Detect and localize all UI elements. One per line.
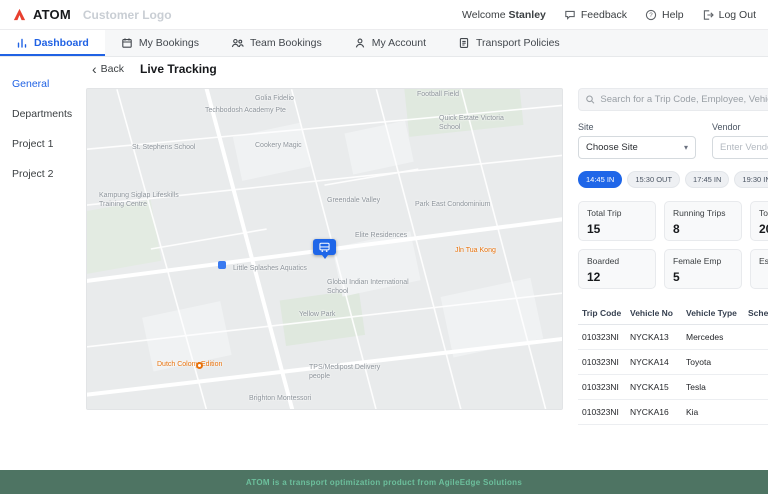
search-icon — [586, 95, 595, 104]
main-nav: Dashboard My Bookings Team Bookings My A… — [0, 30, 768, 57]
col-schedule: Schedule — [744, 303, 768, 325]
site-select[interactable]: Choose Site ▾ — [578, 136, 696, 159]
page-title: Live Tracking — [140, 62, 217, 76]
welcome-text: Welcome Stanley — [462, 9, 546, 21]
table-row[interactable]: 010323NI NYCKA16 Kia — [578, 399, 768, 425]
sidebar: General Departments Project 1 Project 2 — [0, 57, 85, 470]
sidebar-item-project-2[interactable]: Project 2 — [0, 159, 85, 189]
stat-escort: Escort — [750, 249, 768, 289]
vendor-input[interactable] — [712, 136, 768, 159]
pill-1745-in[interactable]: 17:45 IN — [685, 171, 730, 188]
feedback-icon — [565, 10, 575, 20]
svg-text:?: ? — [649, 12, 653, 19]
chevron-down-icon: ▾ — [683, 143, 688, 152]
table-row[interactable]: 010323NI NYCKA14 Toyota — [578, 349, 768, 375]
document-icon — [459, 38, 469, 48]
table-row[interactable]: 010323NI NYCKA13 Mercedes — [578, 324, 768, 350]
stat-running-trips: Running Trips 8 — [664, 201, 742, 241]
stats-grid: Total Trip 15 Running Trips 8 Total 20 B… — [578, 201, 768, 289]
sidebar-item-departments[interactable]: Departments — [0, 99, 85, 129]
col-vehicle-no: Vehicle No — [626, 303, 682, 325]
logout-button[interactable]: Log Out — [702, 9, 756, 21]
logout-icon — [703, 9, 714, 20]
footer: ATOM is a transport optimization product… — [0, 470, 768, 494]
sidebar-item-general[interactable]: General — [0, 69, 85, 99]
filters-row: Site Choose Site ▾ Vendor — [578, 122, 768, 159]
stat-female-emp: Female Emp 5 — [664, 249, 742, 289]
app-window: ATOM Customer Logo Welcome Stanley Feedb… — [0, 0, 768, 494]
vehicle-bus-marker[interactable] — [313, 239, 336, 259]
feedback-button[interactable]: Feedback — [564, 9, 627, 21]
back-chevron-icon: ‹ — [92, 61, 97, 77]
bus-icon — [319, 242, 330, 252]
help-icon: ? — [645, 9, 657, 20]
welcome-prefix: Welcome — [462, 8, 506, 21]
poi-marker-blue[interactable] — [218, 261, 226, 269]
pill-1930-in[interactable]: 19:30 IN — [734, 171, 768, 188]
stat-boarded: Boarded 12 — [578, 249, 656, 289]
search-input[interactable] — [600, 94, 768, 105]
vendor-label: Vendor — [712, 122, 741, 132]
brand-area: ATOM Customer Logo — [12, 7, 172, 22]
col-trip-code: Trip Code — [578, 303, 626, 325]
col-vehicle-type: Vehicle Type — [682, 303, 744, 325]
live-tracking-map[interactable]: Football Field Golia Fidelio Techbodosh Ac… — [86, 88, 563, 410]
table-row[interactable]: 010323NI NYCKA15 Tesla — [578, 374, 768, 400]
tab-transport-policies[interactable]: Transport Policies — [442, 30, 576, 56]
stat-total: Total 20 — [750, 201, 768, 241]
customer-logo: Customer Logo — [82, 7, 172, 22]
site-label: Site — [578, 122, 594, 132]
vendor-field: Vendor — [712, 122, 768, 159]
back-button[interactable]: ‹ Back — [92, 61, 124, 77]
tab-my-bookings[interactable]: My Bookings — [105, 30, 215, 56]
user-name: Stanley — [508, 8, 546, 21]
pill-1445-in[interactable]: 14:45 IN — [578, 171, 623, 188]
tab-dashboard[interactable]: Dashboard — [0, 30, 105, 56]
trip-search — [578, 88, 768, 111]
help-button[interactable]: ? Help — [645, 9, 684, 21]
tab-my-account[interactable]: My Account — [338, 30, 442, 56]
footer-text: ATOM is a transport optimization product… — [245, 477, 523, 487]
sidebar-item-project-1[interactable]: Project 1 — [0, 129, 85, 159]
time-filter-pills: 14:45 IN 15:30 OUT 17:45 IN 19:30 IN — [578, 171, 768, 188]
top-bar-actions: Welcome Stanley Feedback ? Help Log Out — [462, 9, 756, 21]
site-field: Site Choose Site ▾ — [578, 122, 696, 159]
tab-team-bookings[interactable]: Team Bookings — [215, 30, 338, 56]
stat-total-trip: Total Trip 15 — [578, 201, 656, 241]
team-icon — [231, 38, 244, 48]
pill-1530-out[interactable]: 15:30 OUT — [627, 171, 681, 188]
table-header-row: Trip Code Vehicle No Vehicle Type Schedu… — [578, 303, 768, 325]
person-icon — [355, 38, 364, 48]
trips-table: Trip Code Vehicle No Vehicle Type Schedu… — [578, 303, 768, 425]
page-header: ‹ Back Live Tracking — [92, 62, 217, 76]
top-bar: ATOM Customer Logo Welcome Stanley Feedb… — [0, 0, 768, 30]
app-name: ATOM — [33, 7, 71, 22]
dashboard-icon — [17, 38, 27, 48]
poi-marker-orange[interactable] — [196, 362, 203, 369]
live-tracking-panel: Site Choose Site ▾ Vendor 14:45 IN 15:30… — [578, 88, 768, 438]
atom-logo-icon — [12, 7, 27, 22]
calendar-icon — [122, 38, 132, 48]
